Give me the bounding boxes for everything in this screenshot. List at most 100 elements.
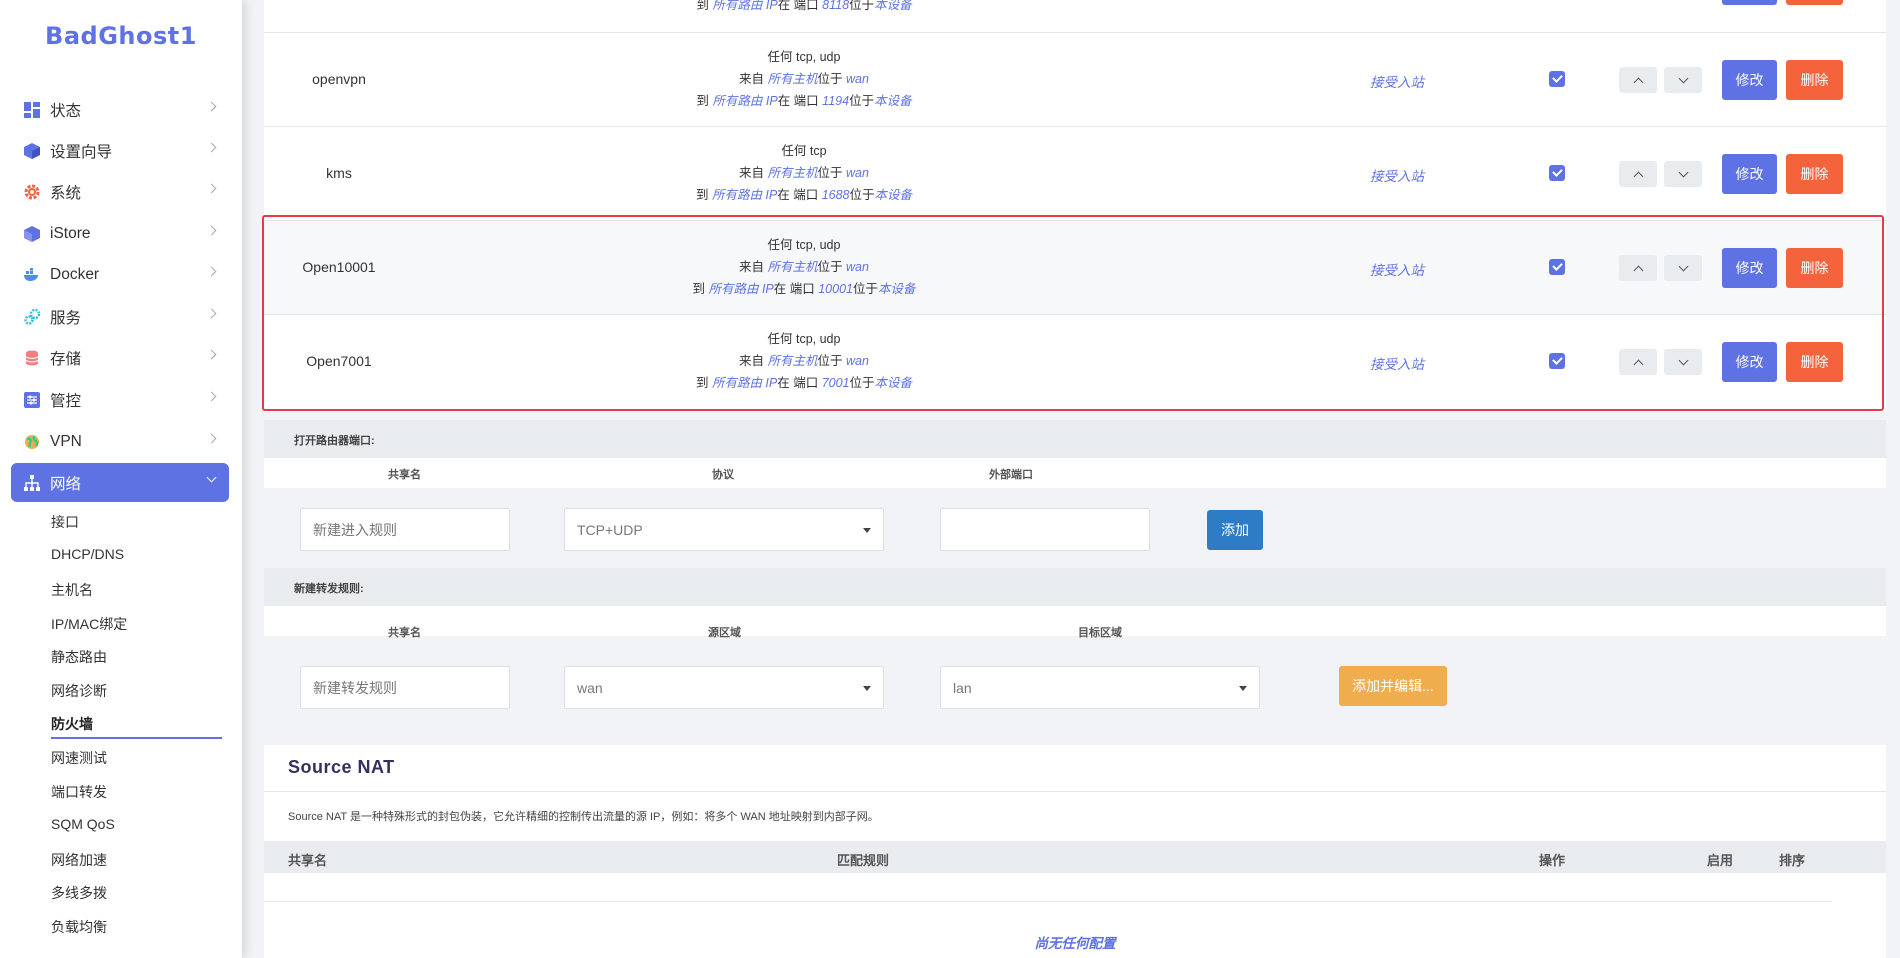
chevron-right-icon xyxy=(206,142,217,153)
enable-checkbox[interactable] xyxy=(1549,353,1565,369)
subnav-firewall[interactable]: 防火墙 xyxy=(51,714,93,734)
sidebar-item-network[interactable]: 网络 xyxy=(11,463,229,502)
protocol-select[interactable]: TCP+UDP xyxy=(564,508,884,551)
sidebar: BadGhost1 状态 设置向导 系统 iStore Docker 服务 存储… xyxy=(0,0,242,958)
active-underline xyxy=(51,737,222,739)
sidebar-item-services[interactable]: 服务 xyxy=(11,297,229,336)
sidebar-item-label: Docker xyxy=(50,265,100,283)
add-rules-section: 打开路由器端口: 共享名 协议 外部端口 新建进入规则 TCP+UDP 添加 新… xyxy=(264,420,1886,726)
rule-action: 接受入站 xyxy=(1370,357,1424,372)
sidebar-item-istore[interactable]: iStore xyxy=(11,214,229,253)
table-row: Open7001 任何 tcp, udp 来自 所有主机位于 wan 到 所有路… xyxy=(264,315,1886,409)
docker-icon xyxy=(23,266,40,283)
dest-zone-select[interactable]: lan xyxy=(940,666,1260,709)
sidebar-item-label: 系统 xyxy=(50,184,82,202)
store-icon xyxy=(23,225,40,242)
sidebar-item-storage[interactable]: 存储 xyxy=(11,338,229,377)
chevron-up-icon xyxy=(1633,171,1643,181)
subnav-static-route[interactable]: 静态路由 xyxy=(51,647,107,667)
enable-checkbox[interactable] xyxy=(1549,71,1565,87)
delete-button[interactable]: 删除 xyxy=(1786,248,1843,288)
edit-button[interactable]: 修改 xyxy=(1722,342,1777,382)
subnav-load-balance[interactable]: 负载均衡 xyxy=(51,917,107,937)
sidebar-item-label: 状态 xyxy=(50,102,82,120)
subnav-dhcp-dns[interactable]: DHCP/DNS xyxy=(51,546,124,562)
move-up-button[interactable] xyxy=(1619,349,1657,375)
rule-name: Open10001 xyxy=(302,259,376,275)
chevron-right-icon xyxy=(206,101,217,112)
open-port-name-input[interactable]: 新建进入规则 xyxy=(300,508,510,551)
sidebar-item-label: 网络 xyxy=(50,475,82,493)
move-down-button[interactable] xyxy=(1664,255,1702,281)
subnav-ip-mac[interactable]: IP/MAC绑定 xyxy=(51,614,127,634)
edit-button[interactable]: 修改 xyxy=(1722,60,1777,100)
sidebar-item-wizard[interactable]: 设置向导 xyxy=(11,131,229,170)
move-down-button[interactable] xyxy=(1664,349,1702,375)
globe-icon xyxy=(23,433,40,450)
external-port-input[interactable] xyxy=(940,508,1150,551)
col-header: 共享名 xyxy=(388,627,421,639)
edit-button[interactable] xyxy=(1722,0,1777,5)
sidebar-item-system[interactable]: 系统 xyxy=(11,172,229,211)
network-icon xyxy=(23,474,40,491)
sidebar-item-label: iStore xyxy=(50,224,91,242)
subnav-diagnostics[interactable]: 网络诊断 xyxy=(51,681,107,701)
match-line: 到 所有路由 IP在 端口 8118位于本设备 xyxy=(696,0,912,12)
subnav-speedtest[interactable]: 网速测试 xyxy=(51,748,107,768)
rule-name: kms xyxy=(326,165,352,181)
table-row: Open10001 任何 tcp, udp 来自 所有主机位于 wan 到 所有… xyxy=(264,221,1886,315)
subnav-interface[interactable]: 接口 xyxy=(51,512,79,532)
table-row: 到 所有路由 IP在 端口 8118位于本设备 xyxy=(264,0,1886,33)
move-up-button[interactable] xyxy=(1619,255,1657,281)
services-icon xyxy=(23,308,40,325)
chevron-up-icon xyxy=(1633,359,1643,369)
delete-button[interactable] xyxy=(1786,0,1843,5)
table-row: kms 任何 tcp 来自 所有主机位于 wan 到 所有路由 IP在 端口 1… xyxy=(264,127,1886,221)
open-port-title: 打开路由器端口: xyxy=(264,420,1886,458)
move-down-button[interactable] xyxy=(1664,161,1702,187)
delete-button[interactable]: 删除 xyxy=(1786,154,1843,194)
source-zone-select[interactable]: wan xyxy=(564,666,884,709)
section-title: Source NAT xyxy=(288,757,395,777)
main-content: 到 所有路由 IP在 端口 8118位于本设备 openvpn 任何 tcp, … xyxy=(242,0,1900,958)
move-down-button[interactable] xyxy=(1664,67,1702,93)
col-header: 外部端口 xyxy=(989,469,1033,481)
delete-button[interactable]: 删除 xyxy=(1786,342,1843,382)
subnav-acceleration[interactable]: 网络加速 xyxy=(51,850,107,870)
add-button[interactable]: 添加 xyxy=(1207,510,1263,550)
dashboard-icon xyxy=(23,101,40,118)
source-nat-card: Source NAT Source NAT 是一种特殊形式的封包伪装，它允许精细… xyxy=(264,745,1886,958)
add-edit-button[interactable]: 添加并编辑... xyxy=(1339,666,1447,706)
subnav-hostname[interactable]: 主机名 xyxy=(51,580,93,600)
chevron-up-icon xyxy=(1633,77,1643,87)
sidebar-item-vpn[interactable]: VPN xyxy=(11,422,229,461)
chevron-right-icon xyxy=(206,308,217,319)
rule-match: 任何 tcp, udp 来自 所有主机位于 wan 到 所有路由 IP在 端口 … xyxy=(692,238,916,296)
move-up-button[interactable] xyxy=(1619,161,1657,187)
sidebar-item-label: 管控 xyxy=(50,392,82,410)
delete-button[interactable]: 删除 xyxy=(1786,60,1843,100)
database-icon xyxy=(23,349,40,366)
section-description: Source NAT 是一种特殊形式的封包伪装，它允许精细的控制传出流量的源 I… xyxy=(288,811,879,823)
logo: BadGhost1 xyxy=(45,22,197,50)
rule-name: Open7001 xyxy=(306,353,372,369)
rule-action: 接受入站 xyxy=(1370,263,1424,278)
subnav-sqm-qos[interactable]: SQM QoS xyxy=(51,816,115,832)
sidebar-item-status[interactable]: 状态 xyxy=(11,90,229,129)
subnav-multiwan[interactable]: 多线多拨 xyxy=(51,883,107,903)
chevron-down-icon xyxy=(1678,261,1688,271)
rule-action: 接受入站 xyxy=(1370,75,1424,90)
sidebar-item-control[interactable]: 管控 xyxy=(11,380,229,419)
subnav-port-forward[interactable]: 端口转发 xyxy=(51,782,107,802)
sidebar-item-docker[interactable]: Docker xyxy=(11,255,229,294)
enable-checkbox[interactable] xyxy=(1549,165,1565,181)
empty-placeholder: 尚无任何配置 xyxy=(1034,936,1116,951)
enable-checkbox[interactable] xyxy=(1549,259,1565,275)
edit-button[interactable]: 修改 xyxy=(1722,154,1777,194)
sidebar-item-label: 存储 xyxy=(50,350,82,368)
edit-button[interactable]: 修改 xyxy=(1722,248,1777,288)
forward-name-input[interactable]: 新建转发规则 xyxy=(300,666,510,709)
chevron-up-icon xyxy=(1633,265,1643,275)
gear-icon xyxy=(23,183,40,200)
move-up-button[interactable] xyxy=(1619,67,1657,93)
